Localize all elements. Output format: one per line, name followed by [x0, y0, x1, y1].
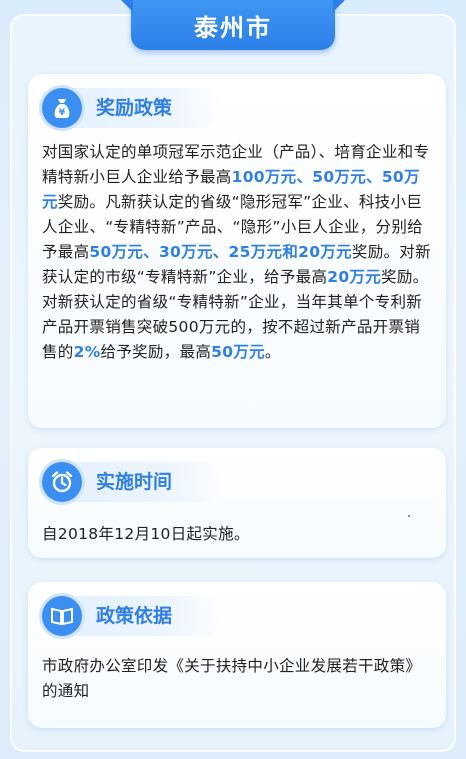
- card-title: 奖励政策: [96, 97, 173, 119]
- reward-policy-card: ¥ 奖励政策 对国家认定的单项冠军示范企业（产品）、培育企业和专精特新小巨人企业…: [28, 74, 446, 428]
- card-title: 实施时间: [96, 471, 173, 493]
- highlight-amount: 50万元、30万元、25万元和20万元: [89, 243, 352, 261]
- body-text: 。: [264, 343, 281, 361]
- body-text: 给予奖励，最高: [100, 343, 212, 361]
- card-header: ¥ 奖励政策: [42, 88, 222, 128]
- implementation-time-card: 实施时间 自2018年12月10日起实施。: [28, 448, 446, 558]
- body-text: 自2018年12月10日起实施。: [42, 525, 250, 543]
- alarm-clock-icon: [42, 462, 82, 502]
- card-title: 政策依据: [96, 605, 173, 627]
- body-text: 市政府办公室印发《关于扶持中小企业发展若干政策》的通知: [42, 657, 422, 700]
- svg-text:¥: ¥: [59, 108, 66, 118]
- money-bag-icon: ¥: [42, 88, 82, 128]
- stray-dot: [408, 515, 410, 517]
- page-title: 泰州市: [194, 13, 272, 42]
- policy-basis-card: 政策依据 市政府办公室印发《关于扶持中小企业发展若干政策》的通知: [28, 582, 446, 728]
- card-text: 对国家认定的单项冠军示范企业（产品）、培育企业和专精特新小巨人企业给予最高100…: [42, 140, 432, 365]
- card-text: 市政府办公室印发《关于扶持中小企业发展若干政策》的通知: [42, 654, 432, 704]
- city-title-tab: 泰州市: [131, 0, 335, 50]
- open-book-icon: [42, 596, 82, 636]
- highlight-amount: 20万元: [327, 268, 382, 286]
- card-text: 自2018年12月10日起实施。: [42, 522, 432, 547]
- card-header: 政策依据: [42, 596, 222, 636]
- highlight-amount: 50万元: [211, 343, 265, 361]
- highlight-amount: 2%: [73, 343, 101, 361]
- card-header: 实施时间: [42, 462, 222, 502]
